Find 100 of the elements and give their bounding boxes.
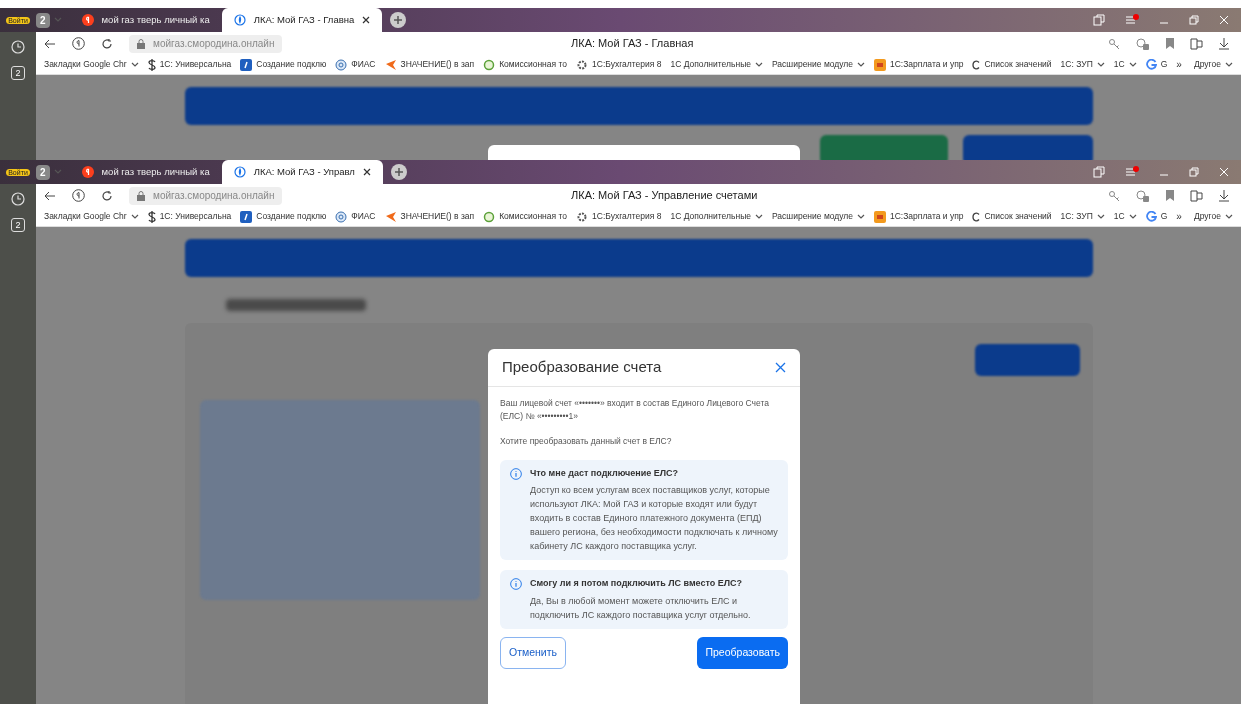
chevron-down-icon	[857, 61, 865, 68]
document-icon	[240, 58, 253, 71]
bookmark[interactable]: Комиссионная то	[483, 210, 568, 223]
bookmark-label: Создание подклю	[256, 210, 327, 223]
bookmark[interactable]: Создание подклю	[240, 58, 327, 71]
chevron-down-icon	[1096, 61, 1105, 68]
extension-icon[interactable]	[1136, 189, 1150, 202]
bookmark-icon[interactable]	[1166, 38, 1174, 49]
chevron-down-icon	[754, 61, 763, 68]
bookmark[interactable]: Создание подклю	[240, 210, 327, 223]
tab-counter[interactable]: 2	[36, 12, 50, 28]
chevron-down-icon	[1225, 61, 1233, 68]
key-icon[interactable]	[1108, 37, 1120, 50]
app-icon	[874, 210, 886, 223]
browser-tab[interactable]: ЛКА: Мой ГАЗ - Управл	[221, 160, 383, 184]
reading-mode-icon[interactable]	[1190, 189, 1203, 202]
new-tab-icon[interactable]	[390, 12, 407, 28]
bookmark[interactable]: 1С: ЗУП	[1060, 58, 1105, 71]
bookmark-label: 1С:Бухгалтерия 8	[592, 58, 662, 71]
convert-button[interactable]: Преобразовать	[697, 636, 788, 669]
other-bookmarks[interactable]: Другое	[1194, 58, 1233, 71]
bookmark[interactable]: ЗНАЧЕНИЕ() в зап	[384, 210, 475, 223]
bookmark[interactable]: 1С	[1113, 210, 1137, 223]
cancel-button[interactable]: Отменить	[500, 636, 566, 669]
chevron-down-icon	[1225, 213, 1233, 220]
other-bookmarks[interactable]: Другое	[1194, 210, 1233, 223]
bookmark[interactable]: G	[1145, 58, 1168, 71]
chevron-down-icon	[1128, 61, 1137, 68]
g-logo-icon	[1145, 59, 1157, 70]
restore-icon[interactable]	[1189, 15, 1199, 25]
yandex-logo-icon[interactable]	[72, 189, 85, 202]
info-icon	[510, 578, 522, 590]
chevron-down-icon	[1096, 213, 1105, 220]
bookmark[interactable]: 1С: ЗУП	[1060, 210, 1105, 223]
tab-counter[interactable]: 2	[36, 164, 50, 180]
info-title: Что мне даст подключение ЕЛС?	[530, 466, 679, 480]
yandex-logo-icon[interactable]	[72, 37, 85, 50]
extension-icon[interactable]	[1136, 37, 1150, 50]
bookmark[interactable]: Комиссионная то	[483, 58, 568, 71]
history-icon[interactable]	[11, 192, 25, 206]
more-bookmarks[interactable]: »	[1176, 57, 1182, 72]
restore-icon[interactable]	[1189, 167, 1199, 177]
collections-icon[interactable]	[1093, 14, 1105, 26]
more-bookmarks[interactable]: »	[1176, 209, 1182, 224]
bookmark[interactable]: 1С	[1113, 58, 1137, 71]
bookmark-label: Создание подклю	[256, 58, 327, 71]
page-title: ЛКА: Мой ГАЗ - Главная	[571, 36, 694, 52]
browser-tab[interactable]: мой газ тверь личный ка	[69, 8, 222, 32]
back-arrow-icon[interactable]	[44, 190, 56, 201]
download-icon[interactable]	[1219, 189, 1229, 202]
flag-icon	[384, 58, 397, 71]
reading-mode-icon[interactable]	[1190, 37, 1203, 50]
chevron-down-icon	[130, 213, 139, 220]
bookmark-label: Комиссионная то	[499, 210, 568, 223]
globe-icon	[335, 58, 348, 71]
url-text: мойгаз.смородина.онлайн	[153, 189, 275, 203]
tab-group-button[interactable]: 2	[11, 218, 25, 232]
bookmark[interactable]: ФИАС	[335, 210, 376, 223]
chevron-down-icon	[754, 213, 763, 220]
bookmark[interactable]: 1С:Бухгалтерия 8	[576, 58, 662, 71]
reload-icon[interactable]	[101, 189, 113, 202]
key-icon[interactable]	[1108, 189, 1120, 202]
flame-icon	[233, 14, 246, 26]
tab-group-button[interactable]: 2	[11, 66, 25, 80]
close-icon[interactable]	[362, 168, 371, 176]
download-icon[interactable]	[1219, 37, 1229, 50]
bookmark[interactable]: 1С:Бухгалтерия 8	[576, 210, 662, 223]
collections-icon[interactable]	[1093, 166, 1105, 178]
bookmark-label: 1С:Зарплата и упр	[890, 210, 964, 223]
flag-icon	[384, 210, 397, 223]
close-icon[interactable]	[362, 16, 371, 24]
ring-icon	[483, 210, 496, 223]
dialog-question: Хотите преобразовать данный счет в ЕЛС?	[500, 435, 673, 448]
dollar-icon	[147, 210, 156, 223]
menu-icon[interactable]	[1125, 14, 1139, 26]
bookmark[interactable]: 1С:Зарплата и упр	[874, 210, 964, 223]
yandex-icon	[81, 166, 94, 178]
app-icon	[874, 58, 886, 71]
browser-tab[interactable]: ЛКА: Мой ГАЗ - Главна	[221, 8, 383, 32]
ring-icon	[483, 58, 496, 71]
dialog-title: Преобразование счета	[502, 357, 662, 378]
lock-icon	[137, 38, 145, 49]
bookmark[interactable]: ЗНАЧЕНИЕ() в зап	[384, 58, 475, 71]
back-arrow-icon[interactable]	[44, 38, 56, 49]
menu-icon[interactable]	[1125, 166, 1139, 178]
bookmark[interactable]: ФИАС	[335, 58, 376, 71]
bookmark-label: ЗНАЧЕНИЕ() в зап	[400, 58, 475, 71]
yandex-icon	[81, 14, 94, 26]
browser-tab[interactable]: мой газ тверь личный ка	[69, 160, 222, 184]
globe-icon	[335, 210, 348, 223]
history-icon[interactable]	[11, 40, 25, 54]
bookmark-label: 1С:Бухгалтерия 8	[592, 210, 662, 223]
bookmark-icon[interactable]	[1166, 190, 1174, 201]
chevron-down-icon	[130, 61, 139, 68]
bookmark[interactable]: G	[1145, 210, 1168, 223]
reload-icon[interactable]	[101, 37, 113, 50]
bookmark[interactable]: 1С:Зарплата и упр	[874, 58, 964, 71]
new-tab-icon[interactable]	[390, 164, 407, 180]
tab-title: мой газ тверь личный ка	[101, 12, 210, 27]
bookmark-label: ФИАС	[351, 58, 376, 71]
